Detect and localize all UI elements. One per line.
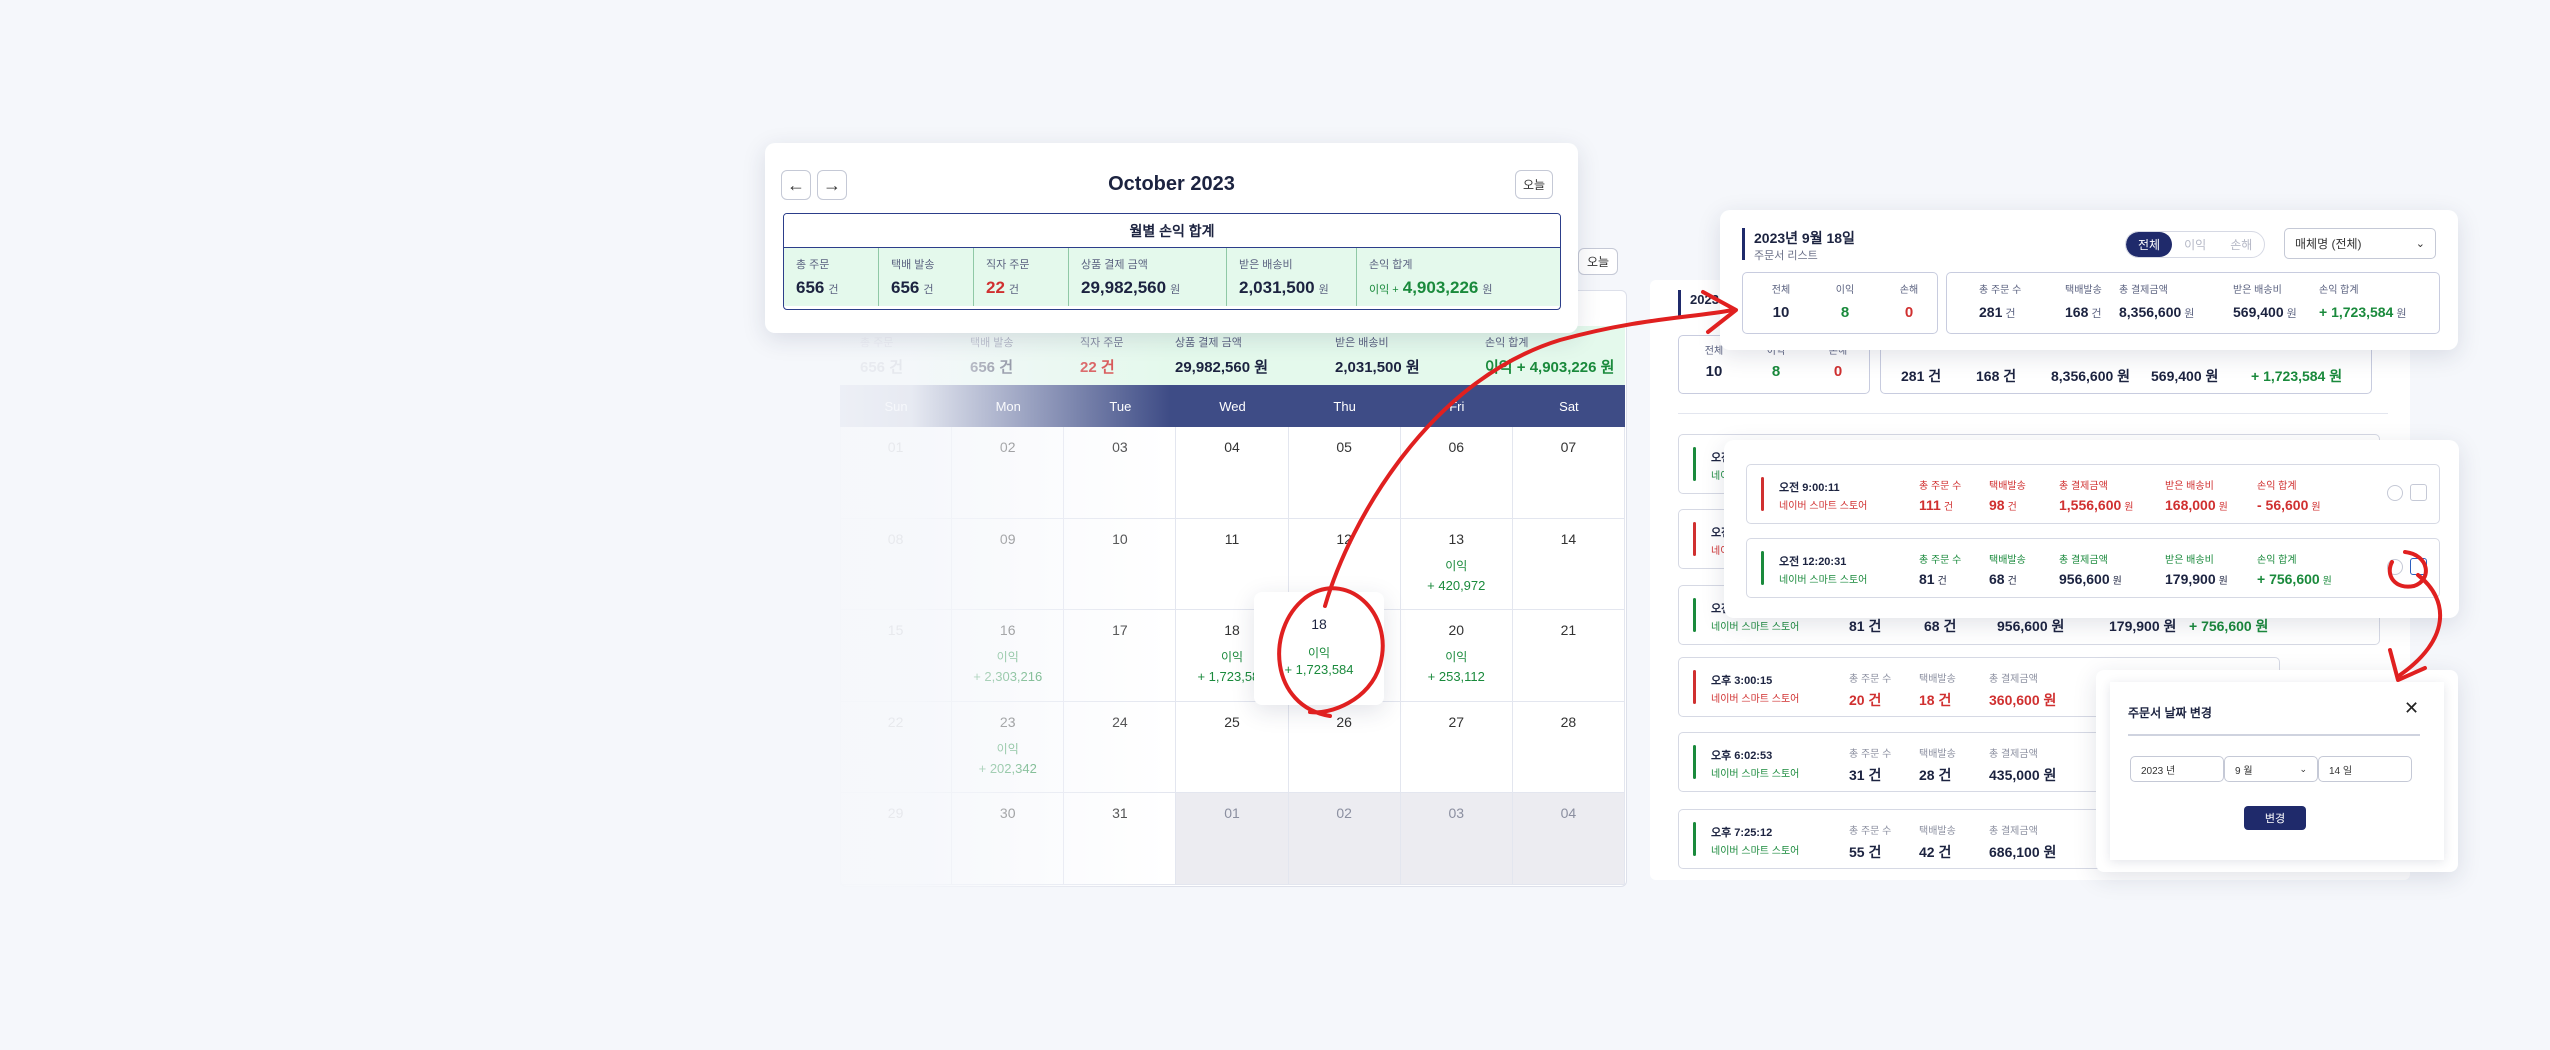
arrow-to-day-card [1323,308,1735,608]
annotation-arrows [1277,290,2443,718]
circle-edit-annotation [2387,550,2428,589]
arrow-to-dialog [2398,573,2443,677]
circle-annotation [1277,586,1385,718]
arrowhead-dialog [2388,648,2427,682]
